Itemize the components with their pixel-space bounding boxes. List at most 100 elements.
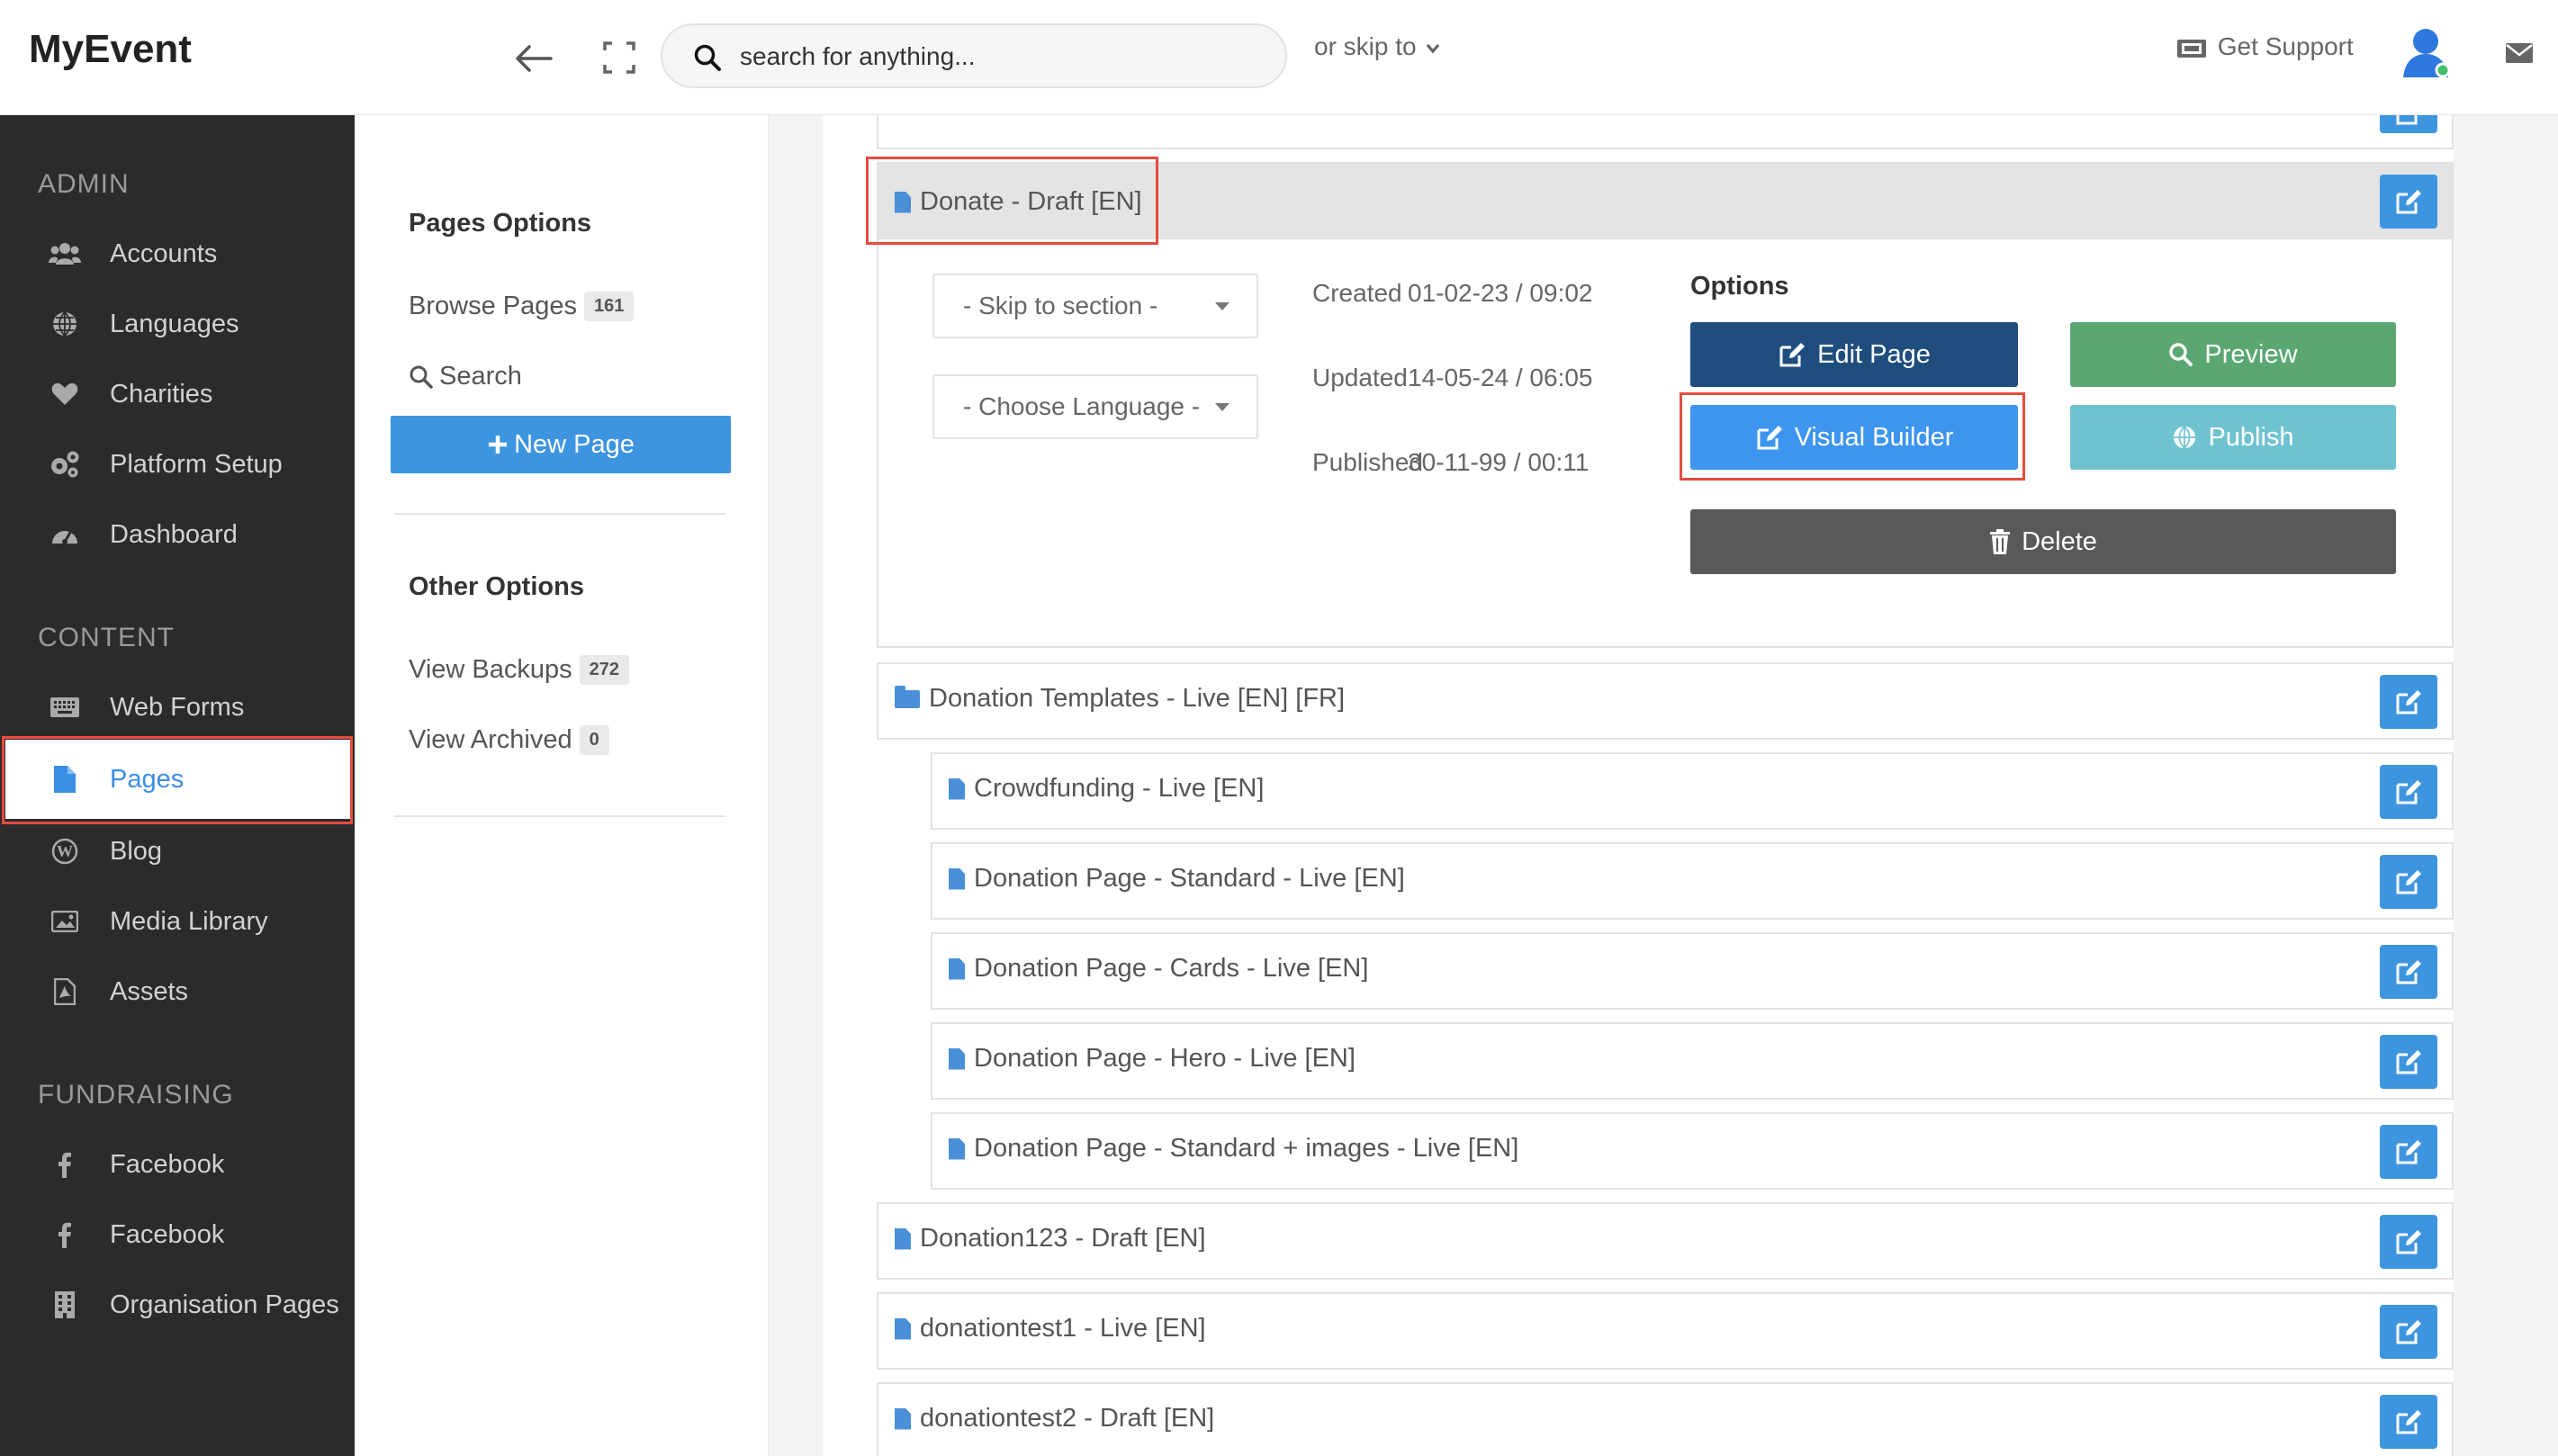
image-icon xyxy=(47,903,83,939)
search-bar[interactable] xyxy=(661,23,1287,88)
edit-button[interactable] xyxy=(2380,1035,2437,1089)
list-item[interactable]: Donation Page - Cards - Live [EN] xyxy=(931,932,2454,1010)
row-title[interactable]: Donation Page - Hero - Live [EN] xyxy=(949,1044,1356,1074)
back-arrow-icon[interactable] xyxy=(511,36,556,81)
list-item[interactable]: Donation Page - Standard + images - Live… xyxy=(931,1112,2454,1190)
file-icon xyxy=(895,1317,911,1340)
view-archived-label: View Archived xyxy=(409,725,572,754)
view-archived-link[interactable]: View Archived 0 xyxy=(409,725,609,755)
get-support-link[interactable]: Get Support xyxy=(2176,32,2354,61)
row-title[interactable]: Donation123 - Draft [EN] xyxy=(895,1224,1206,1254)
edit-icon xyxy=(2396,690,2421,715)
row-title[interactable]: Donation Page - Standard - Live [EN] xyxy=(949,864,1405,894)
view-backups-label: View Backups xyxy=(409,655,572,684)
list-item[interactable]: Donation123 - Draft [EN] xyxy=(877,1202,2454,1280)
globe-icon xyxy=(2174,426,2196,449)
sidebar-item-accounts[interactable]: Accounts xyxy=(5,214,351,293)
row-title[interactable]: Donation Page - Standard + images - Live… xyxy=(949,1134,1518,1164)
list-item-folder[interactable]: Donation Templates - Live [EN] [FR] xyxy=(877,662,2454,740)
row-label: donationtest1 - Live [EN] xyxy=(920,1314,1206,1343)
skip-to-section-select[interactable]: - Skip to section - xyxy=(932,274,1258,338)
chevron-down-icon xyxy=(1427,43,1440,54)
file-icon xyxy=(949,1047,965,1070)
sidebar-item-label: Platform Setup xyxy=(110,449,283,479)
edit-page-button[interactable]: Edit Page xyxy=(1690,322,2018,387)
row-label: Donation Page - Standard + images - Live… xyxy=(974,1134,1519,1163)
sidebar-item-dashboard[interactable]: Dashboard xyxy=(5,495,351,574)
sidebar-item-charities[interactable]: Charities xyxy=(5,355,351,434)
sidebar-item-assets[interactable]: Assets xyxy=(5,952,351,1031)
row-title[interactable]: donationtest1 - Live [EN] xyxy=(895,1314,1206,1344)
plus-icon xyxy=(489,436,508,454)
published-meta: Published 30-11-99 / 00:11 xyxy=(1312,448,1589,477)
row-title[interactable]: Crowdfunding - Live [EN] xyxy=(949,774,1264,804)
browse-pages-link[interactable]: Browse Pages 161 xyxy=(409,292,635,321)
delete-label: Delete xyxy=(2022,526,2097,556)
row-label: Donation Page - Standard - Live [EN] xyxy=(974,864,1405,893)
fullscreen-icon[interactable] xyxy=(601,40,637,76)
archived-count-badge: 0 xyxy=(579,725,609,755)
mail-icon[interactable] xyxy=(2506,43,2533,63)
row-title[interactable]: donationtest2 - Draft [EN] xyxy=(895,1404,1214,1434)
sidebar-item-media-library[interactable]: Media Library xyxy=(5,882,351,961)
sidebar-item-label: Facebook xyxy=(110,1219,225,1249)
edit-button[interactable] xyxy=(2380,1305,2437,1359)
list-item[interactable]: donationtest1 - Live [EN] xyxy=(877,1292,2454,1370)
edit-icon xyxy=(1779,343,1806,367)
new-page-button[interactable]: New Page xyxy=(391,416,731,473)
row-title[interactable]: Donation Page - Cards - Live [EN] xyxy=(949,954,1368,984)
sidebar-item-label: Organisation Pages xyxy=(110,1290,339,1319)
file-icon xyxy=(949,1137,965,1160)
file-pdf-icon xyxy=(47,974,83,1010)
sidebar-item-web-forms[interactable]: Web Forms xyxy=(5,668,351,747)
options-title: Options xyxy=(1690,272,1789,301)
row-label: Donation123 - Draft [EN] xyxy=(920,1224,1206,1253)
support-label: Get Support xyxy=(2217,32,2354,60)
edit-button[interactable] xyxy=(2380,855,2437,909)
browse-pages-label: Browse Pages xyxy=(409,292,577,320)
search-pages-link[interactable]: Search xyxy=(409,362,522,391)
brand-logo[interactable]: MyEvent xyxy=(29,27,192,72)
sidebar-item-facebook[interactable]: Facebook xyxy=(5,1125,351,1204)
preview-button[interactable]: Preview xyxy=(2070,322,2396,387)
other-options-title: Other Options xyxy=(409,572,584,601)
edit-button[interactable] xyxy=(2380,675,2437,729)
edit-icon xyxy=(2396,1410,2421,1434)
skip-to-dropdown[interactable]: or skip to xyxy=(1314,32,1441,61)
edit-icon xyxy=(2396,870,2421,894)
edit-button[interactable] xyxy=(2380,1215,2437,1269)
new-page-label: New Page xyxy=(514,429,635,459)
sidebar-item-label: Web Forms xyxy=(110,692,245,722)
trash-icon xyxy=(1990,529,2011,554)
edit-button[interactable] xyxy=(2380,1395,2437,1449)
sidebar-item-languages[interactable]: Languages xyxy=(5,284,351,364)
edit-button[interactable] xyxy=(2380,1125,2437,1179)
list-item[interactable]: Crowdfunding - Live [EN] xyxy=(931,752,2454,830)
sidebar-item-label: Assets xyxy=(110,976,189,1006)
page-title-highlight-box xyxy=(866,157,1158,245)
sidebar-item-label: Blog xyxy=(110,836,163,866)
user-avatar-icon[interactable] xyxy=(2398,25,2454,81)
list-item[interactable]: Donation Page - Hero - Live [EN] xyxy=(931,1022,2454,1100)
choose-language-select[interactable]: - Choose Language - xyxy=(932,374,1258,439)
view-backups-link[interactable]: View Backups 272 xyxy=(409,655,629,685)
publish-button[interactable]: Publish xyxy=(2070,405,2396,470)
sidebar-item-facebook-2[interactable]: Facebook xyxy=(5,1195,351,1274)
updated-value: 14-05-24 / 06:05 xyxy=(1408,364,1593,391)
row-label: Crowdfunding - Live [EN] xyxy=(974,774,1265,803)
delete-button[interactable]: Delete xyxy=(1690,509,2396,574)
edit-button[interactable] xyxy=(2380,945,2437,999)
search-icon xyxy=(410,365,433,389)
search-input[interactable] xyxy=(740,36,1262,77)
wordpress-icon: W xyxy=(47,833,83,869)
edit-button[interactable] xyxy=(2380,765,2437,819)
list-item[interactable]: Donation Page - Standard - Live [EN] xyxy=(931,842,2454,920)
sidebar-item-organisation-pages[interactable]: Organisation Pages xyxy=(5,1265,351,1344)
caret-down-icon xyxy=(1215,302,1229,310)
list-item[interactable]: donationtest2 - Draft [EN] xyxy=(877,1382,2454,1456)
sidebar-item-label: Languages xyxy=(110,309,239,338)
edit-button[interactable] xyxy=(2380,175,2437,229)
users-icon xyxy=(47,236,83,272)
sidebar-item-platform-setup[interactable]: Platform Setup xyxy=(5,425,351,504)
row-title[interactable]: Donation Templates - Live [EN] [FR] xyxy=(895,684,1345,714)
